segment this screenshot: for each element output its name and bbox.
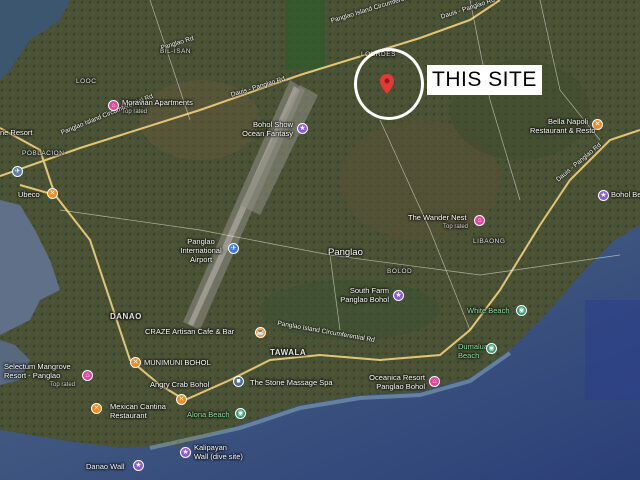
poi-munimuni[interactable]: MUNIMUNI BOHOL: [144, 358, 211, 367]
airport-icon[interactable]: ✈: [228, 243, 239, 254]
restaurant-icon[interactable]: ✕: [47, 188, 58, 199]
poi-white-beach[interactable]: White Beach: [467, 306, 510, 315]
poi-bella-napoli[interactable]: Bella Napoli Restaurant & Resto: [530, 117, 595, 135]
beach-icon[interactable]: ◉: [516, 305, 527, 316]
poi-oceanica[interactable]: Oceanica Resort Panglao Bohol: [367, 373, 425, 391]
poi-selectum-rating: Top rated: [50, 382, 76, 388]
hotel-icon[interactable]: ⌂: [474, 215, 485, 226]
hotel-icon[interactable]: ⌂: [108, 100, 119, 111]
area-label-poblacion: POBLACION: [22, 150, 65, 157]
restaurant-icon[interactable]: ✕: [176, 394, 187, 405]
transit-icon[interactable]: ✈: [12, 166, 23, 177]
poi-mexican-cantina[interactable]: Mexican Cantina Restaurant: [110, 402, 166, 420]
poi-kalipayan-wall[interactable]: Kalipayan Wall (dive site): [194, 443, 243, 461]
poi-bohol-bee[interactable]: Bohol Bee F: [611, 190, 640, 199]
hotel-icon[interactable]: ⌂: [429, 376, 440, 387]
beach-icon[interactable]: ◉: [235, 408, 246, 419]
poi-angry-crab[interactable]: Angry Crab Bohol: [150, 380, 209, 389]
poi-selectum[interactable]: Selectum Mangrove Resort - Panglao: [4, 362, 71, 380]
dive-site-icon[interactable]: ★: [133, 460, 144, 471]
attraction-icon[interactable]: ★: [393, 290, 404, 301]
poi-ubeco[interactable]: Ubeco: [18, 190, 40, 199]
hotel-icon[interactable]: ⌂: [82, 370, 93, 381]
site-label: THIS SITE: [427, 65, 542, 95]
poi-moravian-apartments[interactable]: Moravian Apartments: [122, 98, 193, 107]
poi-craze[interactable]: CRAZE Artisan Cafe & Bar: [145, 327, 234, 336]
area-label-danao: DANAO: [110, 312, 142, 321]
area-label-tawala: TAWALA: [270, 348, 307, 357]
area-label-looc: LOOC: [76, 78, 97, 85]
spa-icon[interactable]: ■: [233, 376, 244, 387]
restaurant-icon[interactable]: ✕: [91, 403, 102, 414]
map-view[interactable]: BIL-ISAN LOOC POBLACION LOURDES LIBAONG …: [0, 0, 640, 480]
area-label-panglao: Panglao: [328, 247, 363, 258]
poi-danao-wall[interactable]: Danao Wall: [86, 462, 125, 471]
poi-moravian-rating: Top rated: [122, 109, 148, 115]
area-label-bolod: BOLOD: [387, 268, 413, 275]
shop-icon[interactable]: ★: [598, 190, 609, 201]
poi-airport[interactable]: Panglao International Airport: [176, 237, 226, 264]
location-pin-icon[interactable]: [380, 74, 394, 94]
poi-wander-nest[interactable]: The Wander Nest: [408, 213, 467, 222]
restaurant-icon[interactable]: ✕: [130, 357, 141, 368]
dive-site-icon[interactable]: ★: [180, 447, 191, 458]
poi-stone-massage[interactable]: The Stone Massage Spa: [250, 378, 333, 387]
poi-resort-partial[interactable]: ne Resort: [0, 128, 33, 137]
cafe-icon[interactable]: ☕: [255, 327, 266, 338]
poi-bohol-show[interactable]: Bohol Show Ocean Fantasy: [237, 120, 293, 138]
poi-south-farm[interactable]: South Farm Panglao Bohol: [333, 286, 389, 304]
poi-alona-beach[interactable]: Alona Beach: [187, 410, 230, 419]
beach-icon[interactable]: ◉: [486, 343, 497, 354]
area-label-libaong: LIBAONG: [473, 238, 506, 245]
poi-wander-nest-rating: Top rated: [443, 224, 469, 230]
attraction-icon[interactable]: ★: [297, 123, 308, 134]
